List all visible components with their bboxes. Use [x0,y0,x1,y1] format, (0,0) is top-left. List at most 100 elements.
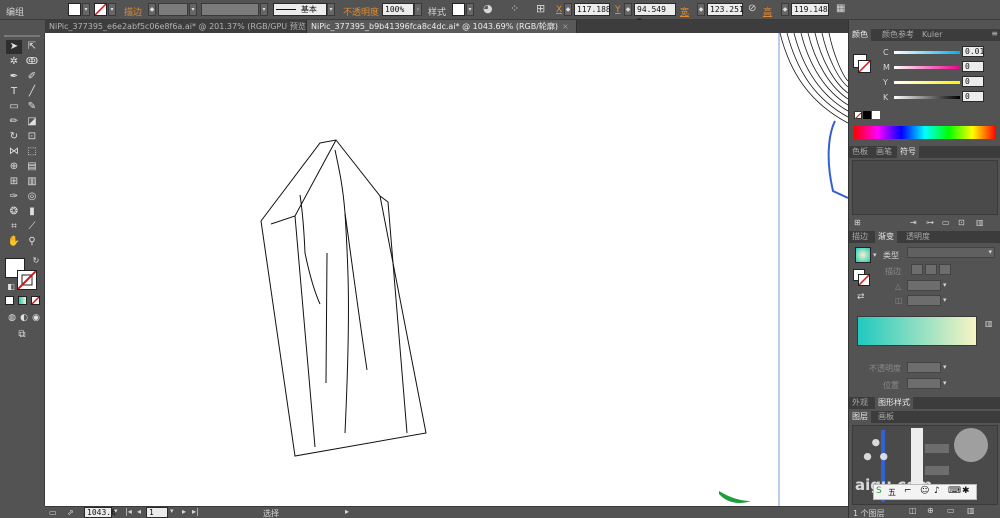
eraser-tool-icon[interactable]: ◪ [24,115,40,129]
tab-color-guide[interactable]: 颜色参考 [879,29,917,41]
ime-punct-icon[interactable]: ⌐ [904,486,912,496]
x-label[interactable]: X [556,5,562,15]
column-graph-tool-icon[interactable]: ▮ [24,205,40,219]
gradient-presets-dropdown[interactable]: ▾ [873,251,877,259]
constrain-proportions-icon[interactable]: ⊘ [748,3,756,14]
pen-tool-icon[interactable]: ✒ [6,70,22,84]
opacity-dropdown[interactable]: › [414,3,422,16]
stroke-label[interactable]: 描边 [124,5,142,18]
gradient-type-select[interactable]: ▾ [907,247,995,258]
width-stepper[interactable]: ◆ [697,3,705,16]
artboard-number-field[interactable]: 1 [146,507,168,518]
magic-wand-tool-icon[interactable]: ✲ [6,55,22,69]
eyedropper-tool-icon[interactable]: ✑ [6,190,22,204]
last-artboard-icon[interactable]: ▸| [192,507,199,516]
pencil-tool-icon[interactable]: ✏ [6,115,22,129]
stroke-within-button[interactable] [911,264,923,275]
default-colors-icon[interactable]: ◧ [3,280,19,294]
black-value[interactable]: 0 [962,91,984,102]
yellow-slider[interactable] [894,81,960,84]
make-clipping-mask-icon[interactable]: ◫ [909,506,917,515]
new-symbol-icon[interactable]: ⊡ [958,218,965,227]
direct-selection-tool-icon[interactable]: ⇱ [24,40,40,54]
tab-transparency[interactable]: 透明度 [903,231,933,243]
artboard-canvas[interactable] [45,33,848,506]
curvature-tool-icon[interactable]: ✐ [24,70,40,84]
height-label[interactable]: 高 [763,5,772,18]
stop-opacity-dropdown[interactable]: ▾ [943,363,947,371]
zoom-dropdown[interactable]: ▾ [114,507,118,515]
aspect-dropdown[interactable]: ▾ [943,296,947,304]
brush-definition[interactable]: 基本 [273,3,327,16]
none-mode-button[interactable] [31,296,40,305]
profile-dropdown[interactable]: ▾ [260,3,268,16]
stroke-along-button[interactable] [925,264,937,275]
previous-artboard-icon[interactable]: ◂ [137,507,141,516]
place-symbol-icon[interactable]: ⇥ [910,218,917,227]
gradient-mode-button[interactable] [18,296,27,305]
paintbrush-tool-icon[interactable]: ✎ [24,100,40,114]
line-tool-icon[interactable]: ╱ [24,85,40,99]
black-swatch[interactable] [863,111,871,119]
tab-symbols[interactable]: 符号 [897,146,919,158]
close-icon[interactable]: × [562,22,569,31]
opacity-label[interactable]: 不透明度 [343,5,379,18]
slice-tool-icon[interactable]: ⟋ [24,220,40,234]
x-field[interactable]: 117.188 [574,3,611,16]
stop-location-dropdown[interactable]: ▾ [943,379,947,387]
black-slider[interactable] [894,96,960,99]
tab-brushes[interactable]: 画笔 [873,146,895,158]
ime-toolbar[interactable]: S 五 ⌐ ☺ ♪ ⌨ ✱ [873,484,977,500]
ime-settings-icon[interactable]: ✱ [962,486,970,496]
panel-grip[interactable] [4,35,40,37]
tab-gradient[interactable]: 渐变 [875,231,897,243]
x-stepper[interactable]: ◆ [564,3,572,16]
angle-dropdown[interactable]: ▾ [943,281,947,289]
artboard-prev-icon[interactable]: ▭ [49,508,57,517]
gradient-angle-field[interactable] [907,280,941,291]
height-field[interactable]: 119.148 [791,3,829,16]
tab-graphic-styles[interactable]: 图形样式 [875,397,913,409]
scale-tool-icon[interactable]: ⊡ [24,130,40,144]
stop-opacity-field[interactable] [907,362,941,373]
opacity-field[interactable]: 100% [382,3,414,16]
white-swatch[interactable] [872,111,880,119]
recolor-icon[interactable]: ◕ [483,2,493,15]
panel-menu-icon[interactable]: ≡ [991,29,998,38]
symbol-options-icon[interactable]: ▭ [942,218,950,227]
stop-location-field[interactable] [907,378,941,389]
delete-symbol-icon[interactable]: ▥ [976,218,984,227]
cyan-slider[interactable] [894,51,960,54]
height-stepper[interactable]: ◆ [781,3,789,16]
symbols-list[interactable] [852,160,998,215]
tab-swatches[interactable]: 色板 [849,146,871,158]
artboard-dropdown[interactable]: ▾ [170,507,174,515]
stroke-weight-field[interactable] [158,3,188,16]
break-link-icon[interactable]: ⊶ [926,218,934,227]
zoom-tool-icon[interactable]: ⚲ [24,235,40,249]
gradient-preview-swatch[interactable] [855,247,871,263]
zoom-field[interactable]: 1043.6 [84,507,116,518]
tab-document-1[interactable]: NiPic_377395_e6e2abf5c06e8f6a.ai* @ 201.… [45,20,307,33]
color-stroke-box[interactable] [858,60,871,73]
tab-document-2[interactable]: NiPic_377395_b9b41396fca8c4dc.ai* @ 1043… [307,20,577,33]
symbol-sprayer-tool-icon[interactable]: ❂ [6,205,22,219]
first-artboard-icon[interactable]: |◂ [125,507,132,516]
next-artboard-icon[interactable]: ▸ [182,507,186,516]
status-menu-icon[interactable]: ▸ [345,507,349,516]
stroke-across-button[interactable] [939,264,951,275]
ime-mode-icon[interactable]: 五 [888,487,896,498]
type-tool-icon[interactable]: T [6,85,22,99]
stroke-color-box[interactable] [17,270,37,290]
ime-keyboard-icon[interactable]: ⌨ [948,486,961,496]
delete-layer-icon[interactable]: ▥ [967,506,975,515]
hand-tool-icon[interactable]: ✋ [6,235,22,249]
ime-emoji-icon[interactable]: ☺ [920,486,929,496]
brush-dropdown[interactable]: ▾ [327,3,335,16]
selection-tool-icon[interactable]: ➤ [6,40,22,54]
reverse-gradient-icon[interactable]: ⇄ [857,292,865,302]
cyan-value[interactable]: 0.01 [962,46,984,57]
tab-kuler[interactable]: Kuler [919,29,945,41]
width-label[interactable]: 宽 [680,5,689,18]
gradient-aspect-field[interactable] [907,295,941,306]
